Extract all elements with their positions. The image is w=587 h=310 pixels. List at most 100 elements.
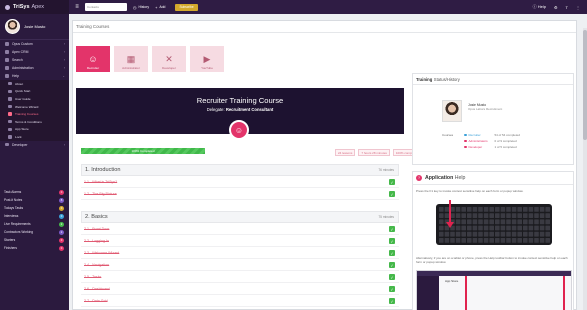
crm-icon: [5, 50, 9, 54]
keyboard-key: [528, 219, 534, 225]
font-size-icon[interactable]: T: [566, 5, 568, 10]
add-button[interactable]: + Add: [155, 5, 165, 10]
stat-finishers[interactable]: Finishers 0: [0, 244, 69, 252]
sidebar-subitem-label: Training Courses: [15, 112, 39, 117]
course-status-row[interactable]: Developer 1 of 5 completed: [464, 145, 517, 149]
stat-starters[interactable]: Starters 0: [0, 236, 69, 244]
course-stats: 24 lessons 7 hours 28 minutes 100% compl…: [335, 149, 420, 156]
section-header[interactable]: 2. Basics 75 minutes: [81, 211, 399, 223]
keyboard-key: [467, 225, 472, 231]
keyboard-key: [478, 225, 483, 231]
keyboard-key: [478, 219, 483, 225]
panel-title: Training Status/History: [413, 74, 573, 85]
avatar[interactable]: [5, 19, 20, 34]
keyboard-key: [489, 213, 494, 218]
user-profile[interactable]: Josie Musto: [0, 14, 69, 40]
tools-icon: ✕: [165, 54, 173, 64]
sidebar-subitem-about[interactable]: About: [0, 80, 69, 88]
stat-live-requirements[interactable]: Live Requirements 2: [0, 220, 69, 228]
keyboard-key: [489, 225, 494, 231]
help-button[interactable]: ⓘ Help: [533, 4, 546, 10]
section-header[interactable]: 1. Introduction 76 minutes: [81, 164, 399, 176]
sidebar-item-administration[interactable]: Administration ›: [0, 64, 69, 72]
keyboard-key: [545, 225, 550, 231]
sidebar-subitem-label: Lock: [15, 134, 22, 139]
course-delegate: Delegate: Recruitment Consultant: [76, 107, 404, 112]
keyboard-key: [495, 231, 500, 237]
sidebar-item-search[interactable]: Search ›: [0, 56, 69, 64]
sidebar-subitem-quick-start[interactable]: Quick Start: [0, 87, 69, 96]
course-name: Recruiter: [468, 133, 481, 137]
keyboard-key: [528, 207, 534, 212]
help-screenshot-image: App Store: [416, 270, 572, 310]
brand[interactable]: TriSys Apex: [0, 0, 69, 14]
tile-youtube[interactable]: ▶ YouTube: [190, 46, 224, 72]
lesson-row[interactable]: 1.1 - What is TriSys? ✓: [81, 176, 399, 188]
stat-interviews[interactable]: Interviews 0: [0, 212, 69, 220]
course-status-row[interactable]: Administrators 0 of 9 completed: [464, 139, 517, 143]
keyboard-key: [444, 238, 450, 243]
lesson-row[interactable]: 2.6 - Dashboard ✓: [81, 283, 399, 295]
tile-developer[interactable]: ✕ Developer: [152, 46, 186, 72]
check-icon: ✓: [389, 298, 395, 304]
stat-post-it-notes[interactable]: Post-it Notes 8: [0, 196, 69, 204]
sidebar-stats: Task Alarms 0 Post-it Notes 8 Todays Tasks…: [0, 188, 69, 252]
lesson-row[interactable]: 1.2 - The Big Picture ✓: [81, 188, 399, 200]
section-basics: 2. Basics 75 minutes 2.1 - Front Door ✓ 2…: [81, 211, 399, 307]
sidebar-item-opus-custom[interactable]: Opus Custom ›: [0, 40, 69, 48]
sidebar-subitem-lock[interactable]: Lock: [0, 133, 69, 141]
keyboard-key: [489, 231, 494, 237]
sidebar-subitem-terms[interactable]: Terms & Conditions: [0, 117, 69, 126]
lesson-row[interactable]: 2.7 - Data Grid ✓: [81, 295, 399, 307]
stat-label: Finishers: [4, 246, 17, 250]
sidebar-subitem-training-courses[interactable]: Training Courses: [0, 110, 69, 118]
course-badge-icon: ☺: [229, 120, 249, 140]
keyboard-key: [534, 219, 539, 225]
panel-title: ? Application Help: [413, 172, 573, 185]
stat-contractors-working[interactable]: Contractors Working 2: [0, 228, 69, 236]
count-badge: 0: [59, 213, 64, 219]
lesson-row[interactable]: 2.5 - Tasks ✓: [81, 271, 399, 283]
history-button[interactable]: ◷ History: [133, 5, 149, 10]
sidebar-item-apex-crm[interactable]: Apex CRM ›: [0, 48, 69, 56]
tile-recruiter[interactable]: ☺ Recruiter: [76, 46, 110, 72]
stat-task-alarms[interactable]: Task Alarms 0: [0, 188, 69, 196]
sidebar-item-developer[interactable]: Developer ›: [0, 141, 69, 149]
scrollbar-thumb[interactable]: [583, 30, 587, 140]
sidebar-subitem-user-guide[interactable]: User Guide: [0, 95, 69, 103]
sidebar-subitem-app-store[interactable]: App Store: [0, 125, 69, 134]
sidebar-item-label: Apex CRM: [12, 50, 29, 54]
keyboard-key: [534, 231, 539, 237]
course-status-row[interactable]: Recruiter 54 of 54 completed: [464, 133, 520, 137]
keyboard-key: [489, 238, 494, 243]
play-icon: ▶: [203, 54, 211, 64]
tile-administrator[interactable]: ▦ Administrator: [114, 46, 148, 72]
training-courses-card: Training Courses ☺ Recruiter ▦ Administr…: [72, 20, 577, 310]
search-input[interactable]: Contacts: [85, 3, 127, 11]
keyboard-key: [483, 207, 489, 212]
lesson-row[interactable]: 2.3 - Welcome Wizard ✓: [81, 247, 399, 259]
menu-dots-icon[interactable]: ⋮: [576, 5, 580, 10]
lesson-row[interactable]: 2.4 - Navigation ✓: [81, 259, 399, 271]
keyboard-key: [439, 238, 444, 243]
keyboard-key: [500, 225, 506, 231]
count-badge: 0: [59, 245, 64, 251]
keyboard-key: [528, 213, 534, 218]
avatar: [442, 100, 462, 122]
sidebar-item-help[interactable]: Help ⌄: [0, 72, 69, 80]
subscribe-button[interactable]: Subscribe: [175, 3, 198, 11]
page-scrollbar[interactable]: [583, 28, 587, 310]
course-progress-bar: 100% Completed: [81, 148, 205, 154]
admin-icon: ▦: [126, 54, 136, 64]
keyboard-key: [528, 231, 534, 237]
settings-icon[interactable]: ⚙: [554, 5, 558, 10]
stat-todays-tasks[interactable]: Todays Tasks 0: [0, 204, 69, 212]
tile-label: YouTube: [201, 66, 213, 70]
help-icon: [5, 74, 9, 78]
chevron-right-icon: ›: [63, 42, 65, 46]
hamburger-menu-icon[interactable]: ≡: [72, 4, 82, 10]
keyboard-key: [444, 207, 450, 212]
lesson-row[interactable]: 2.1 - Front Door ✓: [81, 223, 399, 235]
sidebar-subitem-welcome-wizard[interactable]: Welcome Wizard: [0, 102, 69, 111]
lesson-row[interactable]: 2.2 - Logging In ✓: [81, 235, 399, 247]
